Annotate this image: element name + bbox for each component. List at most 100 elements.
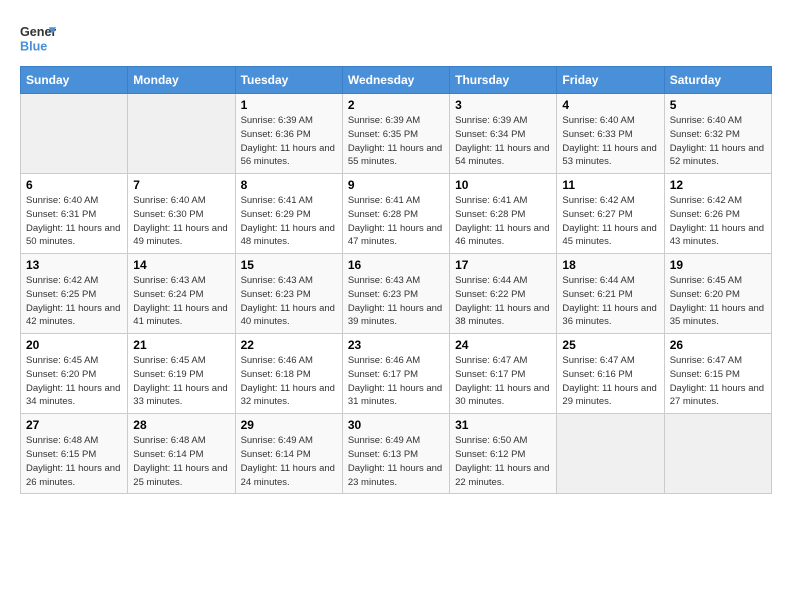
calendar-cell: 20 Sunrise: 6:45 AM Sunset: 6:20 PM Dayli… bbox=[21, 334, 128, 414]
day-number: 26 bbox=[670, 338, 766, 352]
logo-icon: General Blue bbox=[20, 20, 56, 56]
calendar-cell: 3 Sunrise: 6:39 AM Sunset: 6:34 PM Daylig… bbox=[450, 94, 557, 174]
day-info: Sunrise: 6:41 AM Sunset: 6:29 PM Dayligh… bbox=[241, 194, 337, 249]
col-header-saturday: Saturday bbox=[664, 67, 771, 94]
week-row-3: 13 Sunrise: 6:42 AM Sunset: 6:25 PM Dayli… bbox=[21, 254, 772, 334]
calendar-cell: 30 Sunrise: 6:49 AM Sunset: 6:13 PM Dayli… bbox=[342, 414, 449, 494]
day-info: Sunrise: 6:39 AM Sunset: 6:35 PM Dayligh… bbox=[348, 114, 444, 169]
calendar-cell: 4 Sunrise: 6:40 AM Sunset: 6:33 PM Daylig… bbox=[557, 94, 664, 174]
calendar-cell: 16 Sunrise: 6:43 AM Sunset: 6:23 PM Dayli… bbox=[342, 254, 449, 334]
day-number: 18 bbox=[562, 258, 658, 272]
calendar-body: 1 Sunrise: 6:39 AM Sunset: 6:36 PM Daylig… bbox=[21, 94, 772, 494]
day-info: Sunrise: 6:50 AM Sunset: 6:12 PM Dayligh… bbox=[455, 434, 551, 489]
calendar-cell: 23 Sunrise: 6:46 AM Sunset: 6:17 PM Dayli… bbox=[342, 334, 449, 414]
day-number: 30 bbox=[348, 418, 444, 432]
calendar-cell: 6Sunrise: 6:40 AM Sunset: 6:31 PM Daylig… bbox=[21, 174, 128, 254]
calendar-cell: 28 Sunrise: 6:48 AM Sunset: 6:14 PM Dayli… bbox=[128, 414, 235, 494]
calendar-header-row: SundayMondayTuesdayWednesdayThursdayFrid… bbox=[21, 67, 772, 94]
calendar-table: SundayMondayTuesdayWednesdayThursdayFrid… bbox=[20, 66, 772, 494]
calendar-cell: 27Sunrise: 6:48 AM Sunset: 6:15 PM Dayli… bbox=[21, 414, 128, 494]
week-row-4: 20 Sunrise: 6:45 AM Sunset: 6:20 PM Dayli… bbox=[21, 334, 772, 414]
day-info: Sunrise: 6:42 AM Sunset: 6:27 PM Dayligh… bbox=[562, 194, 658, 249]
calendar-cell: 8Sunrise: 6:41 AM Sunset: 6:29 PM Daylig… bbox=[235, 174, 342, 254]
day-number: 9 bbox=[348, 178, 444, 192]
page-header: General Blue bbox=[20, 20, 772, 56]
day-info: Sunrise: 6:45 AM Sunset: 6:20 PM Dayligh… bbox=[26, 354, 122, 409]
calendar-cell: 13 Sunrise: 6:42 AM Sunset: 6:25 PM Dayli… bbox=[21, 254, 128, 334]
day-number: 13 bbox=[26, 258, 122, 272]
calendar-cell: 10Sunrise: 6:41 AM Sunset: 6:28 PM Dayli… bbox=[450, 174, 557, 254]
day-info: Sunrise: 6:47 AM Sunset: 6:17 PM Dayligh… bbox=[455, 354, 551, 409]
calendar-cell: 9 Sunrise: 6:41 AM Sunset: 6:28 PM Daylig… bbox=[342, 174, 449, 254]
calendar-cell: 17 Sunrise: 6:44 AM Sunset: 6:22 PM Dayli… bbox=[450, 254, 557, 334]
day-number: 25 bbox=[562, 338, 658, 352]
calendar-cell: 1 Sunrise: 6:39 AM Sunset: 6:36 PM Daylig… bbox=[235, 94, 342, 174]
day-number: 24 bbox=[455, 338, 551, 352]
calendar-cell: 21 Sunrise: 6:45 AM Sunset: 6:19 PM Dayli… bbox=[128, 334, 235, 414]
day-number: 28 bbox=[133, 418, 229, 432]
day-info: Sunrise: 6:49 AM Sunset: 6:13 PM Dayligh… bbox=[348, 434, 444, 489]
day-info: Sunrise: 6:43 AM Sunset: 6:23 PM Dayligh… bbox=[348, 274, 444, 329]
day-number: 7 bbox=[133, 178, 229, 192]
day-info: Sunrise: 6:41 AM Sunset: 6:28 PM Dayligh… bbox=[348, 194, 444, 249]
day-info: Sunrise: 6:42 AM Sunset: 6:26 PM Dayligh… bbox=[670, 194, 766, 249]
day-info: Sunrise: 6:45 AM Sunset: 6:19 PM Dayligh… bbox=[133, 354, 229, 409]
calendar-cell: 18 Sunrise: 6:44 AM Sunset: 6:21 PM Dayli… bbox=[557, 254, 664, 334]
day-info: Sunrise: 6:44 AM Sunset: 6:21 PM Dayligh… bbox=[562, 274, 658, 329]
day-number: 27 bbox=[26, 418, 122, 432]
calendar-cell: 24 Sunrise: 6:47 AM Sunset: 6:17 PM Dayli… bbox=[450, 334, 557, 414]
calendar-cell: 2 Sunrise: 6:39 AM Sunset: 6:35 PM Daylig… bbox=[342, 94, 449, 174]
week-row-2: 6Sunrise: 6:40 AM Sunset: 6:31 PM Daylig… bbox=[21, 174, 772, 254]
day-number: 16 bbox=[348, 258, 444, 272]
day-number: 15 bbox=[241, 258, 337, 272]
day-number: 1 bbox=[241, 98, 337, 112]
col-header-friday: Friday bbox=[557, 67, 664, 94]
day-info: Sunrise: 6:43 AM Sunset: 6:23 PM Dayligh… bbox=[241, 274, 337, 329]
day-number: 2 bbox=[348, 98, 444, 112]
calendar-cell: 7 Sunrise: 6:40 AM Sunset: 6:30 PM Daylig… bbox=[128, 174, 235, 254]
calendar-cell bbox=[664, 414, 771, 494]
calendar-cell: 19Sunrise: 6:45 AM Sunset: 6:20 PM Dayli… bbox=[664, 254, 771, 334]
day-info: Sunrise: 6:39 AM Sunset: 6:36 PM Dayligh… bbox=[241, 114, 337, 169]
calendar-cell: 12 Sunrise: 6:42 AM Sunset: 6:26 PM Dayli… bbox=[664, 174, 771, 254]
day-info: Sunrise: 6:47 AM Sunset: 6:16 PM Dayligh… bbox=[562, 354, 658, 409]
day-info: Sunrise: 6:41 AM Sunset: 6:28 PM Dayligh… bbox=[455, 194, 551, 249]
day-info: Sunrise: 6:40 AM Sunset: 6:33 PM Dayligh… bbox=[562, 114, 658, 169]
day-info: Sunrise: 6:46 AM Sunset: 6:18 PM Dayligh… bbox=[241, 354, 337, 409]
day-info: Sunrise: 6:45 AM Sunset: 6:20 PM Dayligh… bbox=[670, 274, 766, 329]
col-header-thursday: Thursday bbox=[450, 67, 557, 94]
day-info: Sunrise: 6:40 AM Sunset: 6:30 PM Dayligh… bbox=[133, 194, 229, 249]
calendar-cell: 29Sunrise: 6:49 AM Sunset: 6:14 PM Dayli… bbox=[235, 414, 342, 494]
calendar-cell: 5Sunrise: 6:40 AM Sunset: 6:32 PM Daylig… bbox=[664, 94, 771, 174]
col-header-monday: Monday bbox=[128, 67, 235, 94]
day-number: 12 bbox=[670, 178, 766, 192]
week-row-1: 1 Sunrise: 6:39 AM Sunset: 6:36 PM Daylig… bbox=[21, 94, 772, 174]
col-header-tuesday: Tuesday bbox=[235, 67, 342, 94]
day-number: 23 bbox=[348, 338, 444, 352]
col-header-wednesday: Wednesday bbox=[342, 67, 449, 94]
day-info: Sunrise: 6:46 AM Sunset: 6:17 PM Dayligh… bbox=[348, 354, 444, 409]
calendar-cell bbox=[128, 94, 235, 174]
week-row-5: 27Sunrise: 6:48 AM Sunset: 6:15 PM Dayli… bbox=[21, 414, 772, 494]
day-number: 3 bbox=[455, 98, 551, 112]
day-info: Sunrise: 6:48 AM Sunset: 6:14 PM Dayligh… bbox=[133, 434, 229, 489]
day-info: Sunrise: 6:44 AM Sunset: 6:22 PM Dayligh… bbox=[455, 274, 551, 329]
calendar-cell: 31Sunrise: 6:50 AM Sunset: 6:12 PM Dayli… bbox=[450, 414, 557, 494]
day-info: Sunrise: 6:47 AM Sunset: 6:15 PM Dayligh… bbox=[670, 354, 766, 409]
logo: General Blue bbox=[20, 20, 56, 56]
calendar-cell: 25 Sunrise: 6:47 AM Sunset: 6:16 PM Dayli… bbox=[557, 334, 664, 414]
day-number: 4 bbox=[562, 98, 658, 112]
day-info: Sunrise: 6:42 AM Sunset: 6:25 PM Dayligh… bbox=[26, 274, 122, 329]
day-number: 17 bbox=[455, 258, 551, 272]
svg-text:Blue: Blue bbox=[20, 40, 47, 54]
day-number: 20 bbox=[26, 338, 122, 352]
calendar-cell: 15 Sunrise: 6:43 AM Sunset: 6:23 PM Dayli… bbox=[235, 254, 342, 334]
day-info: Sunrise: 6:39 AM Sunset: 6:34 PM Dayligh… bbox=[455, 114, 551, 169]
day-info: Sunrise: 6:40 AM Sunset: 6:31 PM Dayligh… bbox=[26, 194, 122, 249]
day-number: 21 bbox=[133, 338, 229, 352]
calendar-cell: 11Sunrise: 6:42 AM Sunset: 6:27 PM Dayli… bbox=[557, 174, 664, 254]
calendar-cell bbox=[21, 94, 128, 174]
day-number: 5 bbox=[670, 98, 766, 112]
day-number: 14 bbox=[133, 258, 229, 272]
calendar-cell: 26 Sunrise: 6:47 AM Sunset: 6:15 PM Dayli… bbox=[664, 334, 771, 414]
